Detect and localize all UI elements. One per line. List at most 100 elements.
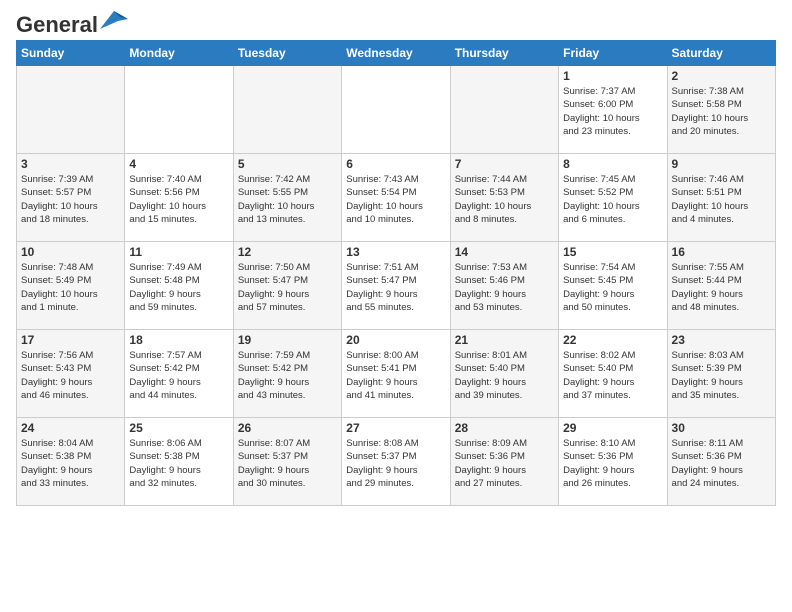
- day-info: Sunrise: 7:55 AMSunset: 5:44 PMDaylight:…: [672, 261, 771, 314]
- calendar-cell: 25 Sunrise: 8:06 AMSunset: 5:38 PMDayligh…: [125, 418, 233, 506]
- calendar-cell: 26 Sunrise: 8:07 AMSunset: 5:37 PMDayligh…: [233, 418, 341, 506]
- day-info: Sunrise: 7:45 AMSunset: 5:52 PMDaylight:…: [563, 173, 662, 226]
- header-row: SundayMondayTuesdayWednesdayThursdayFrid…: [17, 41, 776, 66]
- calendar-cell: 13 Sunrise: 7:51 AMSunset: 5:47 PMDayligh…: [342, 242, 450, 330]
- col-header-thursday: Thursday: [450, 41, 558, 66]
- day-info: Sunrise: 7:43 AMSunset: 5:54 PMDaylight:…: [346, 173, 445, 226]
- day-number: 22: [563, 333, 662, 347]
- week-row-4: 17 Sunrise: 7:56 AMSunset: 5:43 PMDayligh…: [17, 330, 776, 418]
- col-header-wednesday: Wednesday: [342, 41, 450, 66]
- calendar-cell: 9 Sunrise: 7:46 AMSunset: 5:51 PMDaylight…: [667, 154, 775, 242]
- day-number: 21: [455, 333, 554, 347]
- day-number: 15: [563, 245, 662, 259]
- day-number: 6: [346, 157, 445, 171]
- day-info: Sunrise: 7:50 AMSunset: 5:47 PMDaylight:…: [238, 261, 337, 314]
- logo-general: General: [16, 12, 98, 37]
- day-info: Sunrise: 8:01 AMSunset: 5:40 PMDaylight:…: [455, 349, 554, 402]
- day-info: Sunrise: 7:40 AMSunset: 5:56 PMDaylight:…: [129, 173, 228, 226]
- day-number: 1: [563, 69, 662, 83]
- day-number: 16: [672, 245, 771, 259]
- day-number: 8: [563, 157, 662, 171]
- day-number: 19: [238, 333, 337, 347]
- day-number: 11: [129, 245, 228, 259]
- calendar-cell: 24 Sunrise: 8:04 AMSunset: 5:38 PMDayligh…: [17, 418, 125, 506]
- col-header-friday: Friday: [559, 41, 667, 66]
- calendar-cell: 6 Sunrise: 7:43 AMSunset: 5:54 PMDaylight…: [342, 154, 450, 242]
- week-row-5: 24 Sunrise: 8:04 AMSunset: 5:38 PMDayligh…: [17, 418, 776, 506]
- day-number: 29: [563, 421, 662, 435]
- calendar-cell: 1 Sunrise: 7:37 AMSunset: 6:00 PMDaylight…: [559, 66, 667, 154]
- week-row-1: 1 Sunrise: 7:37 AMSunset: 6:00 PMDaylight…: [17, 66, 776, 154]
- calendar-cell: 21 Sunrise: 8:01 AMSunset: 5:40 PMDayligh…: [450, 330, 558, 418]
- week-row-3: 10 Sunrise: 7:48 AMSunset: 5:49 PMDayligh…: [17, 242, 776, 330]
- day-info: Sunrise: 7:46 AMSunset: 5:51 PMDaylight:…: [672, 173, 771, 226]
- day-info: Sunrise: 7:56 AMSunset: 5:43 PMDaylight:…: [21, 349, 120, 402]
- calendar-cell: [450, 66, 558, 154]
- day-info: Sunrise: 8:10 AMSunset: 5:36 PMDaylight:…: [563, 437, 662, 490]
- logo-text: General: [16, 14, 98, 36]
- day-info: Sunrise: 7:38 AMSunset: 5:58 PMDaylight:…: [672, 85, 771, 138]
- day-info: Sunrise: 8:08 AMSunset: 5:37 PMDaylight:…: [346, 437, 445, 490]
- day-info: Sunrise: 8:04 AMSunset: 5:38 PMDaylight:…: [21, 437, 120, 490]
- day-number: 3: [21, 157, 120, 171]
- day-info: Sunrise: 8:03 AMSunset: 5:39 PMDaylight:…: [672, 349, 771, 402]
- day-number: 10: [21, 245, 120, 259]
- day-number: 2: [672, 69, 771, 83]
- day-info: Sunrise: 7:42 AMSunset: 5:55 PMDaylight:…: [238, 173, 337, 226]
- day-info: Sunrise: 7:53 AMSunset: 5:46 PMDaylight:…: [455, 261, 554, 314]
- calendar-cell: 17 Sunrise: 7:56 AMSunset: 5:43 PMDayligh…: [17, 330, 125, 418]
- calendar-cell: 2 Sunrise: 7:38 AMSunset: 5:58 PMDaylight…: [667, 66, 775, 154]
- day-number: 13: [346, 245, 445, 259]
- day-number: 7: [455, 157, 554, 171]
- day-number: 27: [346, 421, 445, 435]
- calendar-cell: 12 Sunrise: 7:50 AMSunset: 5:47 PMDayligh…: [233, 242, 341, 330]
- day-number: 24: [21, 421, 120, 435]
- day-number: 18: [129, 333, 228, 347]
- calendar-table: SundayMondayTuesdayWednesdayThursdayFrid…: [16, 40, 776, 506]
- day-number: 14: [455, 245, 554, 259]
- calendar-cell: 30Sunrise: 8:11 AMSunset: 5:36 PMDayligh…: [667, 418, 775, 506]
- logo-bird-icon: [100, 11, 128, 33]
- calendar-cell: 23Sunrise: 8:03 AMSunset: 5:39 PMDayligh…: [667, 330, 775, 418]
- calendar-cell: 5 Sunrise: 7:42 AMSunset: 5:55 PMDaylight…: [233, 154, 341, 242]
- day-number: 9: [672, 157, 771, 171]
- calendar-cell: 28 Sunrise: 8:09 AMSunset: 5:36 PMDayligh…: [450, 418, 558, 506]
- day-info: Sunrise: 7:49 AMSunset: 5:48 PMDaylight:…: [129, 261, 228, 314]
- day-info: Sunrise: 8:07 AMSunset: 5:37 PMDaylight:…: [238, 437, 337, 490]
- calendar-cell: 8 Sunrise: 7:45 AMSunset: 5:52 PMDaylight…: [559, 154, 667, 242]
- day-number: 20: [346, 333, 445, 347]
- col-header-saturday: Saturday: [667, 41, 775, 66]
- day-number: 28: [455, 421, 554, 435]
- header: General: [16, 10, 776, 32]
- calendar-cell: 27 Sunrise: 8:08 AMSunset: 5:37 PMDayligh…: [342, 418, 450, 506]
- calendar-cell: 20 Sunrise: 8:00 AMSunset: 5:41 PMDayligh…: [342, 330, 450, 418]
- day-number: 17: [21, 333, 120, 347]
- day-info: Sunrise: 7:48 AMSunset: 5:49 PMDaylight:…: [21, 261, 120, 314]
- calendar-cell: 15Sunrise: 7:54 AMSunset: 5:45 PMDayligh…: [559, 242, 667, 330]
- calendar-cell: [17, 66, 125, 154]
- day-info: Sunrise: 7:37 AMSunset: 6:00 PMDaylight:…: [563, 85, 662, 138]
- calendar-cell: 19Sunrise: 7:59 AMSunset: 5:42 PMDayligh…: [233, 330, 341, 418]
- day-number: 26: [238, 421, 337, 435]
- page: General SundayMondayTuesdayWednesdayThur…: [0, 0, 792, 522]
- day-number: 12: [238, 245, 337, 259]
- day-number: 5: [238, 157, 337, 171]
- day-number: 25: [129, 421, 228, 435]
- calendar-cell: 11 Sunrise: 7:49 AMSunset: 5:48 PMDayligh…: [125, 242, 233, 330]
- day-info: Sunrise: 8:06 AMSunset: 5:38 PMDaylight:…: [129, 437, 228, 490]
- col-header-monday: Monday: [125, 41, 233, 66]
- calendar-cell: [342, 66, 450, 154]
- day-info: Sunrise: 8:11 AMSunset: 5:36 PMDaylight:…: [672, 437, 771, 490]
- col-header-tuesday: Tuesday: [233, 41, 341, 66]
- day-number: 4: [129, 157, 228, 171]
- calendar-cell: 16 Sunrise: 7:55 AMSunset: 5:44 PMDayligh…: [667, 242, 775, 330]
- day-info: Sunrise: 7:51 AMSunset: 5:47 PMDaylight:…: [346, 261, 445, 314]
- calendar-cell: 7Sunrise: 7:44 AMSunset: 5:53 PMDaylight…: [450, 154, 558, 242]
- week-row-2: 3Sunrise: 7:39 AMSunset: 5:57 PMDaylight…: [17, 154, 776, 242]
- day-info: Sunrise: 8:00 AMSunset: 5:41 PMDaylight:…: [346, 349, 445, 402]
- calendar-cell: 14 Sunrise: 7:53 AMSunset: 5:46 PMDayligh…: [450, 242, 558, 330]
- calendar-cell: 10 Sunrise: 7:48 AMSunset: 5:49 PMDayligh…: [17, 242, 125, 330]
- day-info: Sunrise: 7:57 AMSunset: 5:42 PMDaylight:…: [129, 349, 228, 402]
- day-info: Sunrise: 8:09 AMSunset: 5:36 PMDaylight:…: [455, 437, 554, 490]
- calendar-cell: 4 Sunrise: 7:40 AMSunset: 5:56 PMDaylight…: [125, 154, 233, 242]
